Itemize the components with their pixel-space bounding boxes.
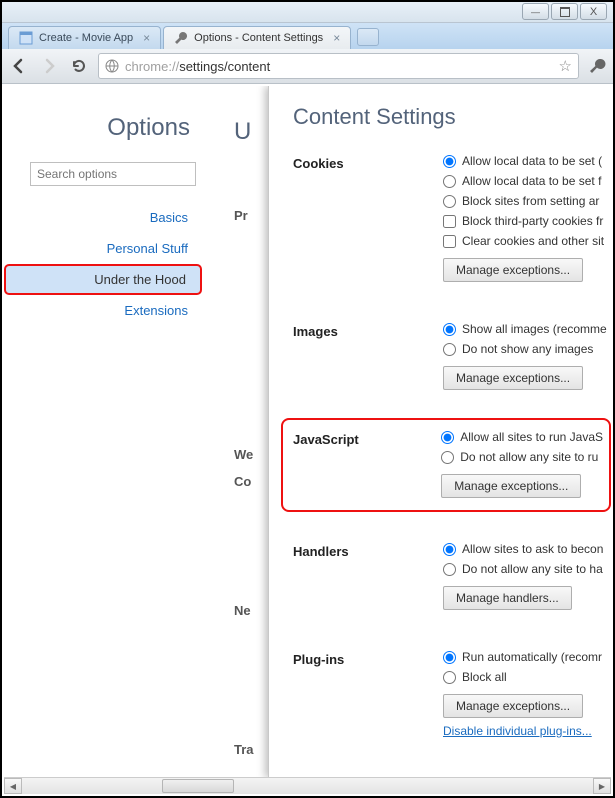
close-glyph: X	[590, 6, 597, 18]
wrench-menu-button[interactable]	[587, 56, 607, 76]
option-label: Block all	[462, 670, 507, 684]
option-label: Allow all sites to run JavaS	[460, 430, 603, 444]
radio-option[interactable]: Run automatically (recomr	[443, 650, 611, 664]
radio-input[interactable]	[443, 343, 456, 356]
radio-option[interactable]: Do not allow any site to ha	[443, 562, 611, 576]
radio-option[interactable]: Block sites from setting ar	[443, 194, 611, 208]
manage-exceptions-button[interactable]: Manage exceptions...	[443, 694, 583, 718]
tab-label: Create - Movie App	[39, 32, 133, 44]
option-label: Allow local data to be set (	[462, 154, 602, 168]
section-images: Images Show all images (recomme Do not s…	[293, 322, 611, 390]
close-icon[interactable]: ×	[143, 31, 150, 45]
maximize-glyph	[560, 7, 570, 17]
window-maximize-button[interactable]	[551, 3, 578, 20]
page-icon	[19, 31, 33, 45]
options-sidebar: Options Basics Personal Stuff Under the …	[4, 86, 214, 778]
manage-exceptions-button[interactable]: Manage exceptions...	[443, 258, 583, 282]
reload-button[interactable]	[68, 55, 90, 77]
radio-option[interactable]: Do not allow any site to ru	[441, 450, 603, 464]
option-label: Do not allow any site to ru	[460, 450, 598, 464]
wrench-icon	[174, 31, 188, 45]
section-heading: Cookies	[293, 154, 443, 282]
checkbox-input[interactable]	[443, 235, 456, 248]
checkbox-option[interactable]: Clear cookies and other sit	[443, 234, 611, 248]
option-label: Clear cookies and other sit	[462, 234, 604, 248]
scroll-right-button[interactable]: ▶	[593, 778, 611, 794]
section-plugins: Plug-ins Run automatically (recomr Block…	[293, 650, 611, 738]
checkbox-option[interactable]: Block third-party cookies fr	[443, 214, 611, 228]
radio-option[interactable]: Block all	[443, 670, 611, 684]
section-heading: Handlers	[293, 542, 443, 610]
radio-option[interactable]: Allow local data to be set f	[443, 174, 611, 188]
window-close-button[interactable]: X	[580, 3, 607, 20]
tab-movie-app[interactable]: Create - Movie App ×	[8, 26, 161, 49]
sidebar-item-under-the-hood[interactable]: Under the Hood	[4, 264, 202, 295]
url-text: chrome://settings/content	[125, 59, 553, 74]
scroll-track[interactable]	[22, 779, 593, 793]
radio-option[interactable]: Allow sites to ask to becon	[443, 542, 611, 556]
option-label: Allow sites to ask to becon	[462, 542, 603, 556]
option-label: Show all images (recomme	[462, 322, 607, 336]
option-label: Block third-party cookies fr	[462, 214, 603, 228]
radio-input[interactable]	[443, 155, 456, 168]
section-heading: JavaScript	[293, 430, 441, 498]
tab-label: Options - Content Settings	[194, 32, 323, 44]
section-heading: Images	[293, 322, 443, 390]
manage-exceptions-button[interactable]: Manage exceptions...	[443, 366, 583, 390]
section-cookies: Cookies Allow local data to be set ( All…	[293, 154, 611, 282]
content-area: Options Basics Personal Stuff Under the …	[4, 86, 611, 778]
sidebar-item-basics[interactable]: Basics	[4, 202, 204, 233]
popup-title: Content Settings	[293, 104, 611, 130]
radio-option[interactable]: Show all images (recomme	[443, 322, 611, 336]
option-label: Do not allow any site to ha	[462, 562, 603, 576]
option-label: Run automatically (recomr	[462, 650, 602, 664]
scroll-left-button[interactable]: ◀	[4, 778, 22, 794]
disable-plugins-link[interactable]: Disable individual plug-ins...	[443, 724, 592, 738]
radio-option[interactable]: Do not show any images	[443, 342, 611, 356]
radio-option[interactable]: Allow all sites to run JavaS	[441, 430, 603, 444]
radio-input[interactable]	[443, 651, 456, 664]
toolbar: chrome://settings/content ☆	[2, 49, 613, 84]
page-title: Options	[4, 114, 190, 142]
radio-input[interactable]	[443, 671, 456, 684]
tabstrip: Create - Movie App × Options - Content S…	[2, 23, 613, 49]
radio-input[interactable]	[441, 451, 454, 464]
url-scheme: chrome://	[125, 59, 179, 74]
radio-input[interactable]	[443, 175, 456, 188]
window-minimize-button[interactable]: —	[522, 3, 549, 20]
scroll-thumb[interactable]	[162, 779, 234, 793]
back-button[interactable]	[8, 55, 30, 77]
url-path: settings/content	[179, 59, 270, 74]
option-label: Allow local data to be set f	[462, 174, 601, 188]
minimize-glyph: —	[531, 7, 540, 17]
radio-input[interactable]	[443, 563, 456, 576]
option-label: Do not show any images	[462, 342, 593, 356]
window-titlebar: — X	[2, 2, 613, 23]
manage-handlers-button[interactable]: Manage handlers...	[443, 586, 572, 610]
content-settings-popup: Content Settings Cookies Allow local dat…	[268, 86, 611, 778]
forward-button[interactable]	[38, 55, 60, 77]
radio-input[interactable]	[443, 195, 456, 208]
section-heading: Plug-ins	[293, 650, 443, 738]
section-handlers: Handlers Allow sites to ask to becon Do …	[293, 542, 611, 610]
radio-option[interactable]: Allow local data to be set (	[443, 154, 611, 168]
radio-input[interactable]	[443, 323, 456, 336]
search-input[interactable]	[30, 162, 196, 186]
section-javascript-highlighted: JavaScript Allow all sites to run JavaS …	[281, 418, 611, 512]
checkbox-input[interactable]	[443, 215, 456, 228]
sidebar-item-personal-stuff[interactable]: Personal Stuff	[4, 233, 204, 264]
sidebar-item-extensions[interactable]: Extensions	[4, 295, 204, 326]
radio-input[interactable]	[443, 543, 456, 556]
url-bar[interactable]: chrome://settings/content ☆	[98, 53, 579, 79]
tab-options-active[interactable]: Options - Content Settings ×	[163, 26, 351, 49]
manage-exceptions-button[interactable]: Manage exceptions...	[441, 474, 581, 498]
radio-input[interactable]	[441, 431, 454, 444]
close-icon[interactable]: ×	[333, 31, 340, 45]
bookmark-star-icon[interactable]: ☆	[559, 57, 572, 75]
new-tab-button[interactable]	[357, 28, 379, 46]
globe-icon	[105, 59, 119, 73]
option-label: Block sites from setting ar	[462, 194, 599, 208]
horizontal-scrollbar[interactable]: ◀ ▶	[4, 777, 611, 794]
